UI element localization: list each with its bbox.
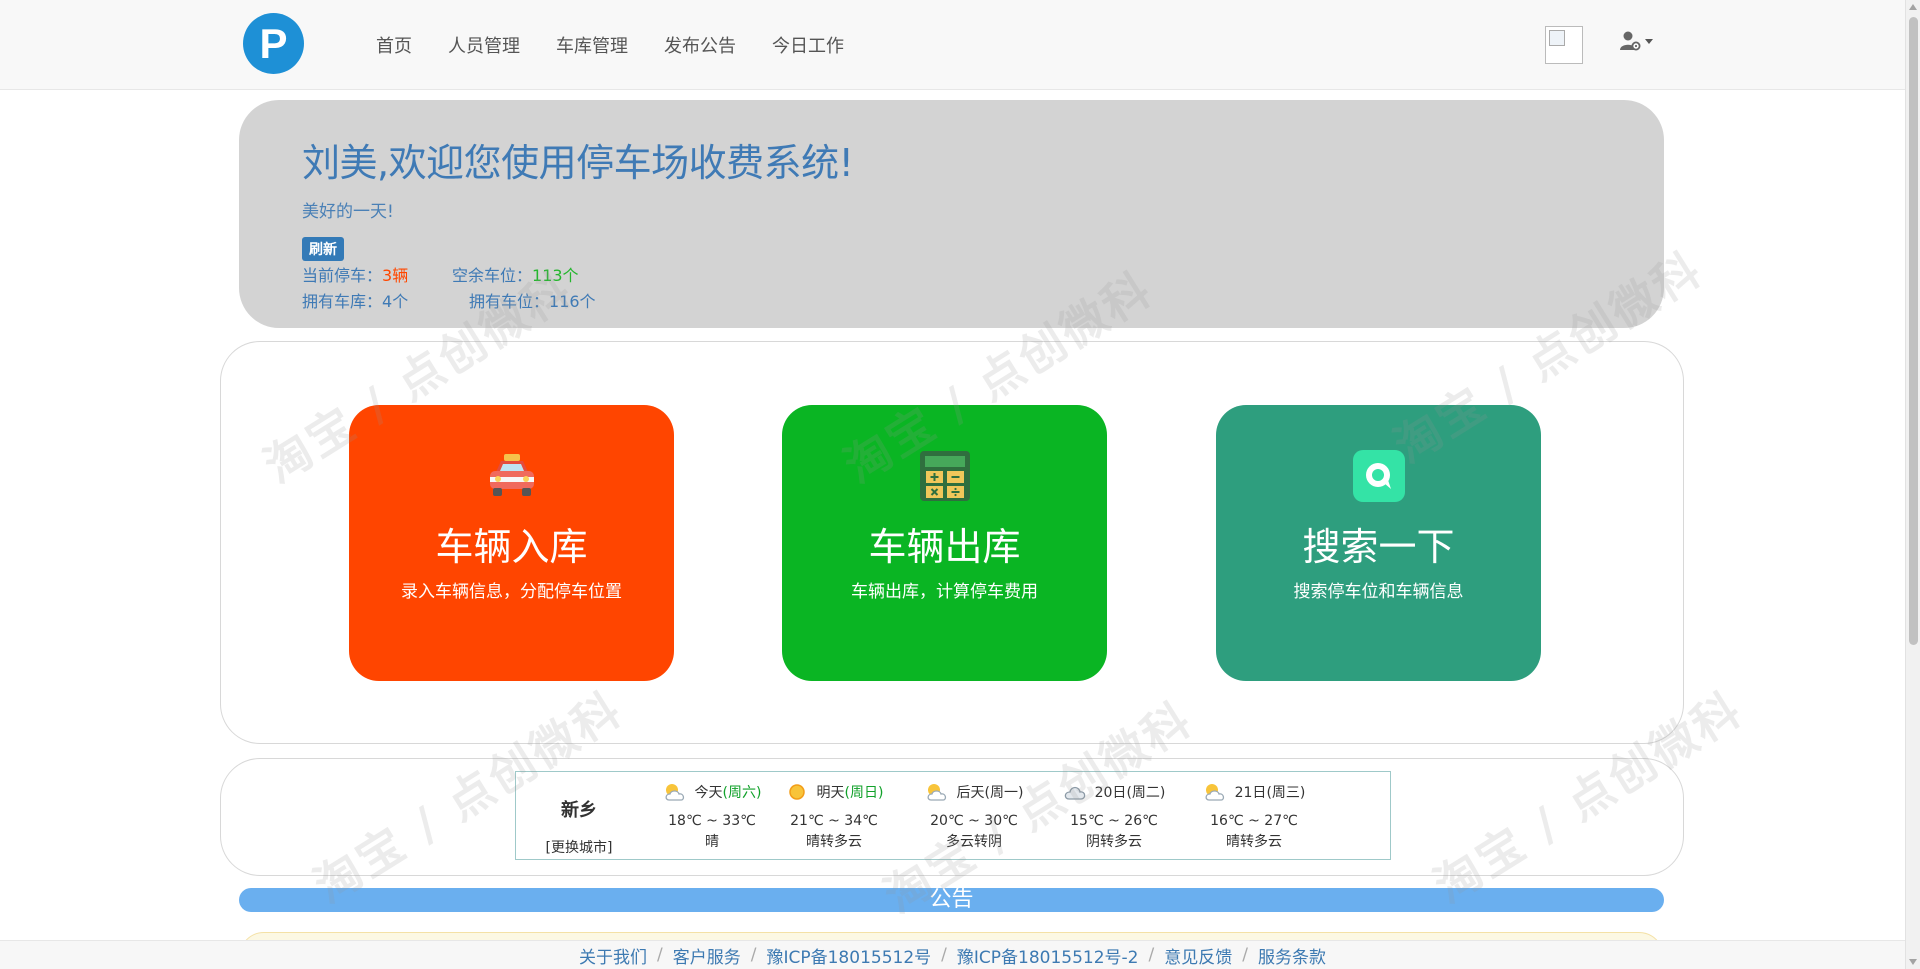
footer-separator: / <box>657 945 663 965</box>
day-desc: 多云转阴 <box>946 834 1002 850</box>
scroll-down-icon[interactable] <box>1909 959 1917 965</box>
scroll-thumb[interactable] <box>1909 17 1918 645</box>
vehicle-entry-desc: 录入车辆信息，分配停车位置 <box>401 582 622 602</box>
vehicle-exit-title: 车辆出库 <box>868 525 1021 569</box>
footer: 关于我们 / 客户服务 / 豫ICP备18015512号 / 豫ICP备1801… <box>0 940 1905 969</box>
day-weekday: (周一) <box>984 785 1024 801</box>
sun-icon <box>788 784 805 800</box>
vehicle-entry-card[interactable]: 车辆入库 录入车辆信息，分配停车位置 <box>349 405 674 681</box>
calculator-icon <box>917 448 973 504</box>
day-label: 21日 <box>1234 785 1267 801</box>
spaces-value: 116个 <box>549 292 596 311</box>
car-icon <box>484 448 540 504</box>
partly-cloudy-icon <box>665 784 684 801</box>
day-temp: 16℃ ~ 27℃ <box>1210 813 1298 829</box>
search-desc: 搜索停车位和车辆信息 <box>1293 582 1464 602</box>
footer-link-service[interactable]: 客户服务 <box>673 943 741 968</box>
search-chat-icon <box>1351 448 1407 504</box>
weather-day: 21日(周三) 16℃ ~ 27℃ 晴转多云 <box>1184 772 1324 859</box>
free-spaces-label: 空余车位： <box>452 266 533 285</box>
vehicle-exit-desc: 车辆出库，计算停车费用 <box>851 582 1038 602</box>
footer-link-terms[interactable]: 服务条款 <box>1258 943 1326 968</box>
welcome-title: 刘美,欢迎您使用停车场收费系统! <box>302 141 854 185</box>
main-nav: 首页 人员管理 车库管理 发布公告 今日工作 <box>358 0 862 90</box>
current-parked-value: 3辆 <box>382 266 409 285</box>
scroll-up-icon[interactable] <box>1909 4 1917 10</box>
garages-label: 拥有车库： <box>302 292 383 311</box>
broken-image-icon <box>1549 30 1565 46</box>
footer-link-about[interactable]: 关于我们 <box>579 943 647 968</box>
spaces-label: 拥有车位： <box>469 292 550 311</box>
notice-header: 公告 <box>239 888 1664 912</box>
day-desc: 晴转多云 <box>1226 834 1282 850</box>
weather-day: 今天(周六) 18℃ ~ 33℃ 晴 <box>642 772 782 859</box>
vehicle-entry-title: 车辆入库 <box>435 525 588 569</box>
day-desc: 阴转多云 <box>1086 834 1142 850</box>
footer-link-icp2[interactable]: 豫ICP备18015512号-2 <box>957 943 1139 968</box>
weather-day: 明天(周日) 21℃ ~ 34℃ 晴转多云 <box>764 772 904 859</box>
footer-link-feedback[interactable]: 意见反馈 <box>1164 943 1232 968</box>
day-weekday: (周二) <box>1126 785 1166 801</box>
weather-panel: 新乡 [更换城市] 今天(周六) 18℃ ~ 33℃ 晴 明天(周日) 21℃ … <box>220 758 1684 876</box>
footer-separator: / <box>750 945 757 965</box>
day-temp: 20℃ ~ 30℃ <box>930 813 1018 829</box>
day-weekday: (周日) <box>844 785 884 801</box>
welcome-subtitle: 美好的一天! <box>302 202 394 222</box>
day-label: 今天 <box>694 785 723 801</box>
search-card[interactable]: 搜索一下 搜索停车位和车辆信息 <box>1216 405 1541 681</box>
user-cog-icon <box>1620 31 1641 51</box>
day-label: 20日 <box>1094 785 1127 801</box>
refresh-button[interactable]: 刷新 <box>302 237 344 261</box>
footer-link-icp[interactable]: 豫ICP备18015512号 <box>766 943 931 968</box>
footer-separator: / <box>1148 945 1155 965</box>
weather-day: 20日(周二) 15℃ ~ 26℃ 阴转多云 <box>1044 772 1184 859</box>
nav-item-staff[interactable]: 人员管理 <box>430 32 538 58</box>
nav-item-home[interactable]: 首页 <box>358 32 430 58</box>
parking-stats: 当前停车：3辆 空余车位：113个 拥有车库：4个 拥有车位：116个 <box>302 263 1601 315</box>
chevron-down-icon <box>1645 38 1653 44</box>
weather-city: 新乡 [更换城市] <box>516 772 642 859</box>
weather-day: 后天(周一) 20℃ ~ 30℃ 多云转阴 <box>904 772 1044 859</box>
partly-cloudy-icon <box>1205 784 1224 801</box>
free-spaces-value: 113个 <box>532 266 579 285</box>
day-label: 后天 <box>956 785 985 801</box>
footer-separator: / <box>941 945 947 965</box>
footer-separator: / <box>1242 945 1248 965</box>
day-desc: 晴转多云 <box>806 834 862 850</box>
day-desc: 晴 <box>705 834 719 850</box>
avatar[interactable] <box>1545 26 1583 64</box>
partly-cloudy-icon <box>927 784 946 801</box>
search-title: 搜索一下 <box>1302 525 1455 569</box>
parking-logo[interactable]: P <box>243 13 304 74</box>
cloud-icon <box>1064 786 1085 800</box>
city-name: 新乡 <box>561 800 597 821</box>
nav-item-garage[interactable]: 车库管理 <box>538 32 646 58</box>
navbar: P 首页 人员管理 车库管理 发布公告 今日工作 <box>0 0 1905 90</box>
change-city-link[interactable]: [更换城市] <box>516 837 642 857</box>
vehicle-exit-card[interactable]: 车辆出库 车辆出库，计算停车费用 <box>782 405 1107 681</box>
user-menu-toggle[interactable] <box>1618 26 1653 56</box>
weather-widget: 新乡 [更换城市] 今天(周六) 18℃ ~ 33℃ 晴 明天(周日) 21℃ … <box>515 771 1391 860</box>
day-temp: 18℃ ~ 33℃ <box>668 813 756 829</box>
scrollbar[interactable] <box>1905 0 1920 969</box>
current-parked-label: 当前停车： <box>302 266 383 285</box>
day-temp: 21℃ ~ 34℃ <box>790 813 878 829</box>
welcome-banner: 刘美,欢迎您使用停车场收费系统! 美好的一天! 刷新 当前停车：3辆 空余车位：… <box>239 100 1664 328</box>
day-temp: 15℃ ~ 26℃ <box>1070 813 1158 829</box>
garages-value: 4个 <box>382 292 409 311</box>
action-panel: 车辆入库 录入车辆信息，分配停车位置 车辆出库 车辆出库，计算停车费用 搜索一下… <box>220 341 1684 744</box>
nav-item-today-work[interactable]: 今日工作 <box>754 32 862 58</box>
day-weekday: (周六) <box>722 785 762 801</box>
day-label: 明天 <box>816 785 845 801</box>
day-weekday: (周三) <box>1266 785 1306 801</box>
nav-item-announce[interactable]: 发布公告 <box>646 32 754 58</box>
